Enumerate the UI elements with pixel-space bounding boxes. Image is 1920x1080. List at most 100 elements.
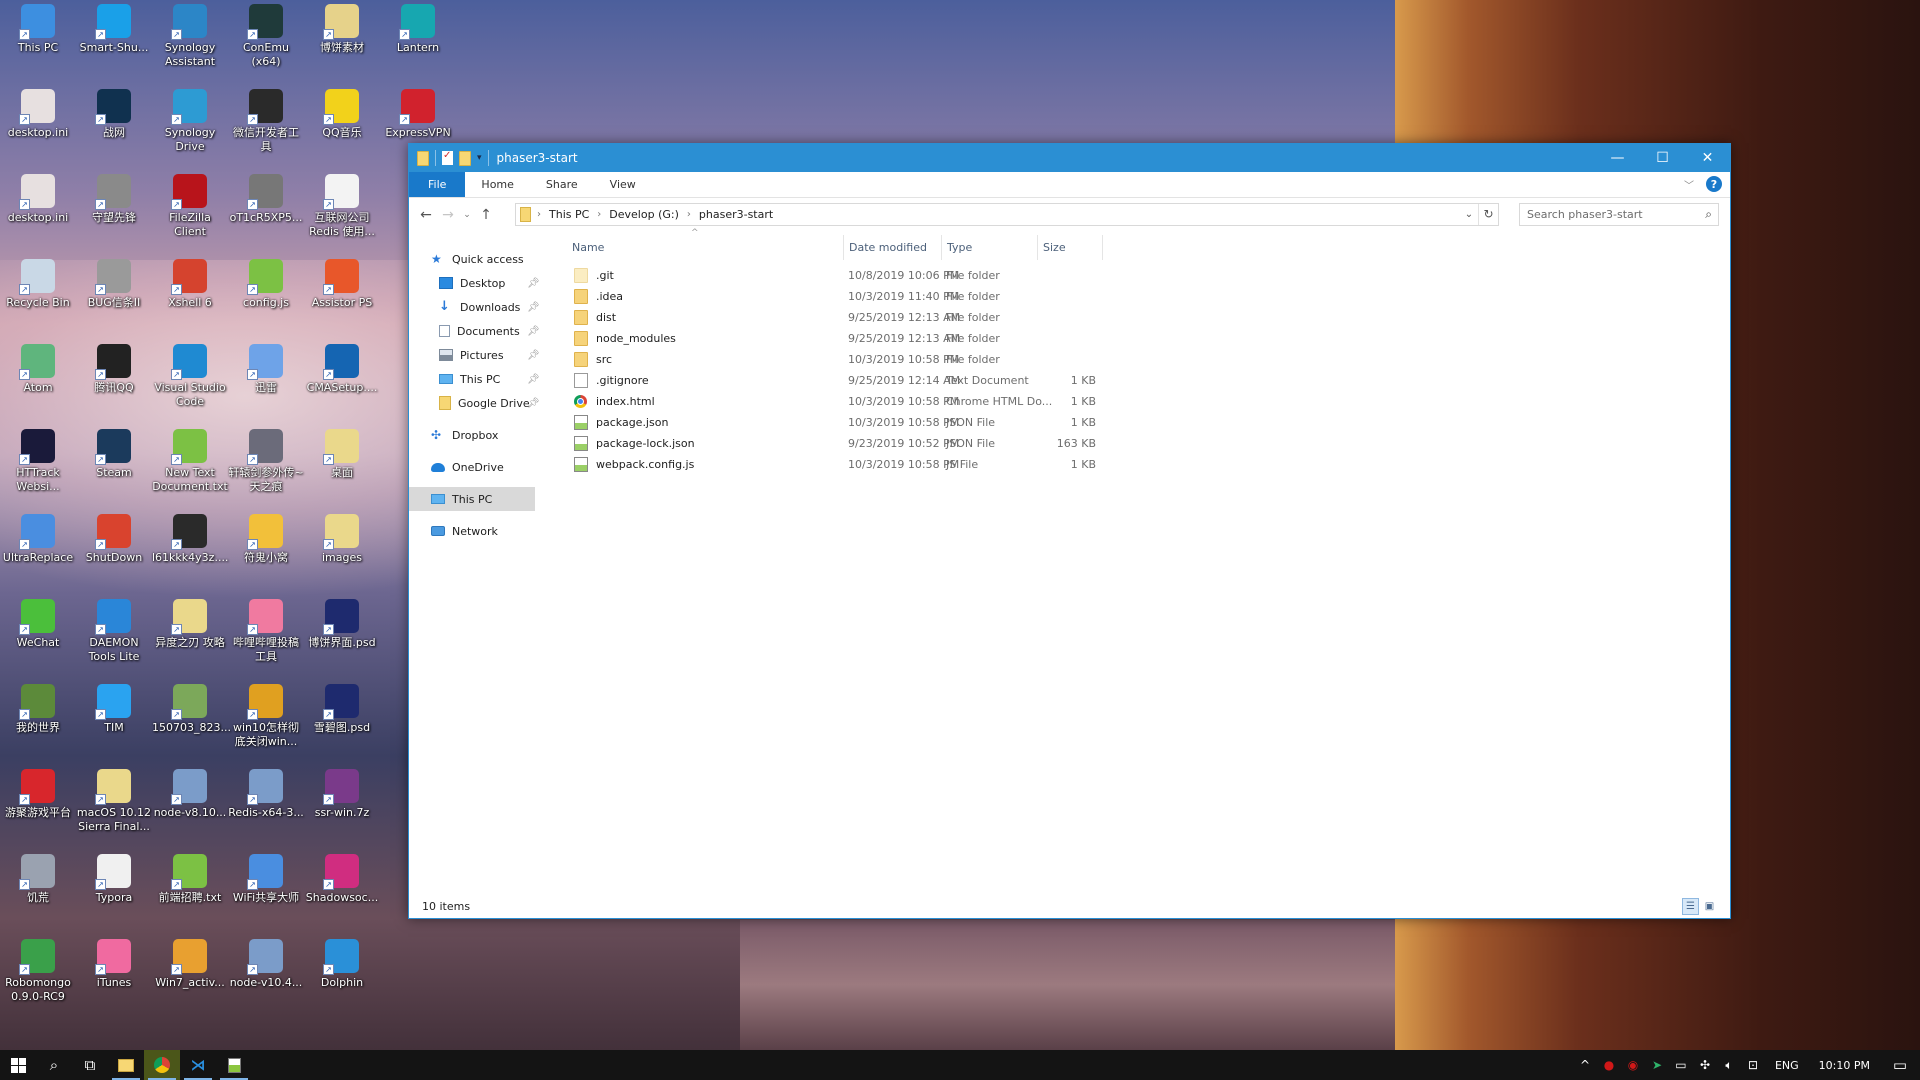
nav-desktop[interactable]: Desktop 📌︎ [409, 271, 566, 295]
new-folder-icon[interactable] [459, 150, 471, 166]
taskbar-vscode[interactable]: ⋊ [180, 1050, 216, 1080]
task-view-button[interactable]: ⧉ [72, 1050, 108, 1080]
properties-icon[interactable] [442, 150, 453, 165]
desktop-icon[interactable]: ↗ Visual Studio Code [152, 344, 228, 409]
desktop-icon[interactable]: ↗ 微信开发者工具 [228, 89, 304, 154]
desktop-icon[interactable]: ↗ 博饼界面.psd [304, 599, 380, 650]
taskbar-notepad-plus-plus[interactable] [216, 1050, 252, 1080]
file-row[interactable]: .gitignore 9/25/2019 12:14 AM Text Documen… [566, 370, 1730, 391]
action-center-icon[interactable]: ▭ [1880, 1056, 1920, 1074]
desktop-icon[interactable]: ↗ 迅雷 [228, 344, 304, 395]
nav-network[interactable]: Network [409, 519, 566, 543]
desktop-icon[interactable]: ↗ 150703_823... [152, 684, 231, 735]
desktop-icon[interactable]: ↗ images [304, 514, 380, 565]
chevron-right-icon[interactable]: › [597, 209, 601, 220]
desktop-icon[interactable]: ↗ WeChat [0, 599, 76, 650]
desktop-icon[interactable]: ↗ Win7_activ... [152, 939, 228, 990]
breadcrumb-develop[interactable]: Develop (G:) [609, 208, 679, 221]
pin-icon[interactable]: 📌︎ [527, 398, 540, 409]
desktop-icon[interactable]: ↗ ConEmu (x64) [228, 4, 304, 69]
desktop-icon[interactable]: ↗ New Text Document.txt [152, 429, 228, 494]
tab-share[interactable]: Share [530, 172, 594, 197]
desktop-icon[interactable]: ↗ This PC [0, 4, 76, 55]
chevron-right-icon[interactable]: › [537, 209, 541, 220]
desktop-icon[interactable]: ↗ win10怎样彻底关闭win... [228, 684, 304, 749]
desktop-icon[interactable]: ↗ Redis-x64-3... [228, 769, 304, 820]
desktop-icon[interactable]: ↗ node-v8.10... [152, 769, 228, 820]
desktop-icon[interactable]: ↗ 哔哩哔哩投稿工具 [228, 599, 304, 664]
column-header-size[interactable]: Size [1038, 235, 1103, 260]
search-icon[interactable]: ⌕ [1705, 207, 1712, 222]
desktop-icon[interactable]: ↗ DAEMON Tools Lite [76, 599, 152, 664]
shadowsocks-icon[interactable]: ➤ [1645, 1058, 1669, 1072]
file-row[interactable]: index.html 10/3/2019 10:58 PM Chrome HTML … [566, 391, 1730, 412]
desktop-icon[interactable]: ↗ desktop.ini [0, 89, 76, 140]
desktop-icon[interactable]: ↗ 博饼素材 [304, 4, 380, 55]
maximize-button[interactable]: ☐ [1640, 144, 1685, 172]
column-header-type[interactable]: Type [942, 235, 1038, 260]
screen-record-icon[interactable]: ◉ [1621, 1058, 1645, 1072]
desktop-icon[interactable]: ↗ 桌面 [304, 429, 380, 480]
desktop-icon[interactable]: ↗ 战网 [76, 89, 152, 140]
desktop-icon[interactable]: ↗ Synology Assistant [152, 4, 228, 69]
battery-icon[interactable]: ▭ [1669, 1058, 1693, 1072]
desktop-icon[interactable]: ↗ Synology Drive [152, 89, 228, 154]
desktop-icon[interactable]: ↗ Lantern [380, 4, 456, 55]
file-row[interactable]: package.json 10/3/2019 10:58 PM JSON File 1… [566, 412, 1730, 433]
desktop-icon[interactable]: ↗ desktop.ini [0, 174, 76, 225]
desktop-icon[interactable]: ↗ HTTrack Websi... [0, 429, 76, 494]
desktop-icon[interactable]: ↗ 前端招聘.txt [152, 854, 228, 905]
breadcrumb-phaser3-start[interactable]: phaser3-start [699, 208, 773, 221]
desktop-icon[interactable]: ↗ Recycle Bin [0, 259, 76, 310]
file-row[interactable]: package-lock.json 9/23/2019 10:52 PM JSON … [566, 433, 1730, 454]
forward-button[interactable]: → [437, 207, 459, 223]
nav-documents[interactable]: Documents 📌︎ [409, 319, 566, 343]
nav-google-drive[interactable]: Google Drive 📌︎ [409, 391, 566, 415]
desktop-icon[interactable]: ↗ WiFi共享大师 [228, 854, 304, 905]
desktop-icon[interactable]: ↗ Xshell 6 [152, 259, 228, 310]
desktop-icon[interactable]: ↗ QQ音乐 [304, 89, 380, 140]
desktop-icon[interactable]: ↗ ShutDown [76, 514, 152, 565]
desktop-icon[interactable]: ↗ Smart-Shu... [76, 4, 152, 55]
dropbox-icon[interactable]: ✣ [1693, 1058, 1717, 1072]
title-bar[interactable]: ▾ phaser3-start — ☐ ✕ [409, 144, 1730, 172]
desktop-icon[interactable]: ↗ ssr-win.7z [304, 769, 380, 820]
pin-icon[interactable]: 📌︎ [527, 278, 540, 289]
desktop-icon[interactable]: ↗ FileZilla Client [152, 174, 228, 239]
desktop-icon[interactable]: ↗ oT1cR5XP5... [228, 174, 304, 225]
taskbar-file-explorer[interactable] [108, 1050, 144, 1080]
pin-icon[interactable]: 📌︎ [527, 326, 540, 337]
network-icon[interactable]: ⊡ [1741, 1058, 1765, 1072]
nav-pictures[interactable]: Pictures 📌︎ [409, 343, 566, 367]
help-icon[interactable]: ? [1706, 176, 1722, 192]
desktop-icon[interactable]: ↗ BUG信条II [76, 259, 152, 310]
desktop-icon[interactable]: ↗ CMASetup.... [304, 344, 380, 395]
desktop-icon[interactable]: ↗ Assistor PS [304, 259, 380, 310]
close-button[interactable]: ✕ [1685, 144, 1730, 172]
desktop-icon[interactable]: ↗ 饥荒 [0, 854, 76, 905]
minimize-button[interactable]: — [1595, 144, 1640, 172]
file-row[interactable]: dist 9/25/2019 12:13 AM File folder [566, 307, 1730, 328]
desktop-icon[interactable]: ↗ iTunes [76, 939, 152, 990]
breadcrumb-this-pc[interactable]: This PC [549, 208, 589, 221]
tab-home[interactable]: Home [465, 172, 529, 197]
desktop-icon[interactable]: ↗ 异度之刃 攻略 [152, 599, 228, 650]
desktop-icon[interactable]: ↗ 游聚游戏平台 [0, 769, 76, 820]
column-header-name[interactable]: Name [566, 235, 844, 260]
desktop-icon[interactable]: ↗ TIM [76, 684, 152, 735]
desktop-icon[interactable]: ↗ Dolphin [304, 939, 380, 990]
tab-view[interactable]: View [594, 172, 652, 197]
desktop-icon[interactable]: ↗ 雪碧图.psd [304, 684, 380, 735]
desktop-icon[interactable]: ↗ 互联网公司Redis 使用... [304, 174, 380, 239]
file-row[interactable]: node_modules 9/25/2019 12:13 AM File folde… [566, 328, 1730, 349]
show-hidden-icons-chevron-icon[interactable]: ^ [1573, 1058, 1597, 1072]
customize-toolbar-icon[interactable]: ▾ [477, 153, 482, 163]
back-button[interactable]: ← [415, 207, 437, 223]
desktop-icon[interactable]: ↗ Shadowsoc... [304, 854, 380, 905]
desktop-icon[interactable]: ↗ 守望先锋 [76, 174, 152, 225]
language-indicator[interactable]: ENG [1765, 1059, 1809, 1072]
desktop-icon[interactable]: ↗ Robomongo 0.9.0-RC9 [0, 939, 76, 1004]
pin-icon[interactable]: 📌︎ [527, 302, 540, 313]
chevron-right-icon[interactable]: › [687, 209, 691, 220]
up-button[interactable]: ↑ [475, 207, 497, 223]
